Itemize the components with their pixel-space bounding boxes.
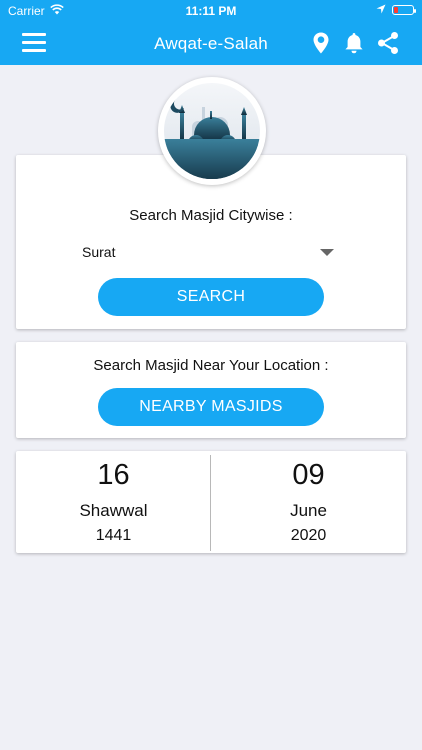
gregorian-date: 09 June 2020 [211,451,406,553]
city-search-title: Search Masjid Citywise : [129,207,293,224]
dropdown-arrow-icon [320,249,334,256]
nearby-search-card: Search Masjid Near Your Location : NEARB… [16,342,406,438]
date-card: 16 Shawwal 1441 09 June 2020 [16,451,406,553]
battery-icon [392,5,416,15]
mosque-logo [158,77,266,185]
bell-icon[interactable] [342,31,366,55]
gregorian-day: 09 [292,459,325,491]
hijri-month: Shawwal [79,501,148,520]
city-dropdown[interactable]: Surat [82,240,334,264]
hijri-year: 1441 [95,527,132,544]
selected-city: Surat [82,244,116,260]
share-icon[interactable] [376,31,400,55]
nearby-masjids-button[interactable]: NEARBY MASJIDS [98,388,324,426]
location-pin-icon[interactable] [309,31,333,55]
status-right-icons [376,3,416,17]
status-time: 11:11 PM [185,4,237,18]
app-header: Carrier 11:11 PM Awqat-e-Salah [0,0,422,65]
status-bar: Carrier 11:11 PM [0,0,422,22]
nearby-title: Search Masjid Near Your Location : [93,357,329,374]
gregorian-year: 2020 [290,527,327,544]
gregorian-month: June [290,501,327,520]
hijri-date: 16 Shawwal 1441 [16,451,211,553]
hijri-day: 16 [97,459,130,491]
location-arrow-icon [376,3,386,17]
battery-level [394,7,398,13]
search-button[interactable]: SEARCH [98,278,324,316]
